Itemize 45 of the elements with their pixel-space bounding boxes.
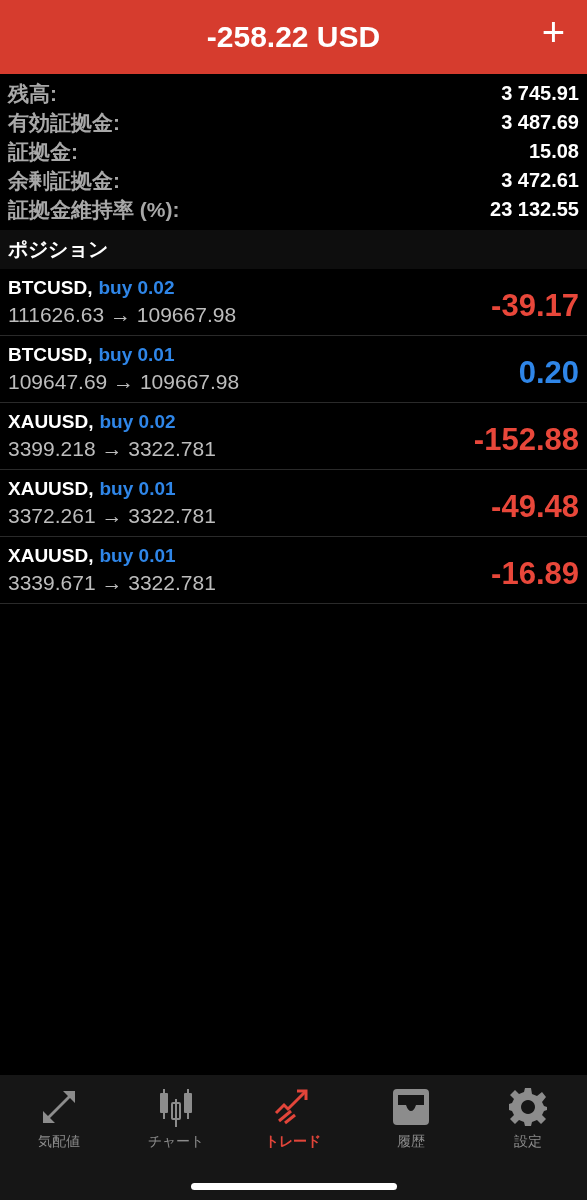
tab-item[interactable]: トレード [243, 1087, 344, 1151]
profit-value: -39.17 [491, 287, 579, 324]
profit-value: 0.20 [518, 354, 579, 391]
order-label: buy 0.02 [98, 277, 175, 299]
price-text: 109647.69 → 109667.98 [8, 370, 240, 394]
symbol-label: XAUUSD, [8, 411, 94, 433]
settings-icon [508, 1087, 549, 1127]
tab-item[interactable]: 設定 [478, 1087, 579, 1151]
profit-value: -16.89 [491, 555, 579, 592]
summary-label: 証拠金維持率 (%): [8, 196, 180, 223]
section-title: ポジション [8, 237, 108, 262]
symbol-label: BTCUSD, [8, 344, 93, 366]
position-row[interactable]: XAUUSD, buy 0.01 3372.261 → 3322.781 -49.48 [0, 470, 587, 537]
summary-value: 3 472.61 [501, 169, 579, 192]
position-row[interactable]: XAUUSD, buy 0.02 3399.218 → 3322.781 -152.88 [0, 403, 587, 470]
summary-label: 残高: [8, 80, 57, 107]
order-label: buy 0.01 [99, 478, 176, 500]
tab-item[interactable]: チャート [126, 1087, 227, 1151]
profit-value: -49.48 [491, 488, 579, 525]
symbol-label: XAUUSD, [8, 478, 94, 500]
profit-value: -152.88 [473, 421, 579, 458]
order-label: buy 0.02 [99, 411, 176, 433]
summary-value: 3 487.69 [501, 111, 579, 134]
position-row[interactable]: XAUUSD, buy 0.01 3339.671 → 3322.781 -16.89 [0, 537, 587, 604]
symbol-label: BTCUSD, [8, 277, 93, 299]
position-row[interactable]: BTCUSD, buy 0.01 109647.69 → 109667.98 0.20 [0, 336, 587, 403]
price-text: 111626.63 → 109667.98 [8, 303, 237, 327]
summary-label: 有効証拠金: [8, 109, 120, 136]
summary-value: 15.08 [528, 140, 579, 163]
summary-value: 3 745.91 [501, 82, 579, 105]
summary-value: 23 132.55 [490, 198, 579, 221]
add-button[interactable]: + [541, 12, 565, 52]
tab-item[interactable]: 履歴 [360, 1087, 461, 1151]
price-text: 3399.218 → 3322.781 [8, 437, 216, 461]
position-row[interactable]: BTCUSD, buy 0.02 111626.63 → 109667.98 -39.17 [0, 269, 587, 336]
summary-label: 証拠金: [8, 138, 78, 165]
price-text: 3372.261 → 3322.781 [8, 504, 216, 528]
order-label: buy 0.01 [99, 545, 176, 567]
inbox-tray-icon [390, 1087, 431, 1127]
tab-item[interactable]: 気配値 [8, 1087, 109, 1151]
balance-title: -258.22 USD [206, 20, 381, 54]
summary-label: 余剰証拠金: [8, 167, 120, 194]
symbol-label: XAUUSD, [8, 545, 94, 567]
price-text: 3339.671 → 3322.781 [8, 571, 216, 595]
order-label: buy 0.01 [98, 344, 175, 366]
